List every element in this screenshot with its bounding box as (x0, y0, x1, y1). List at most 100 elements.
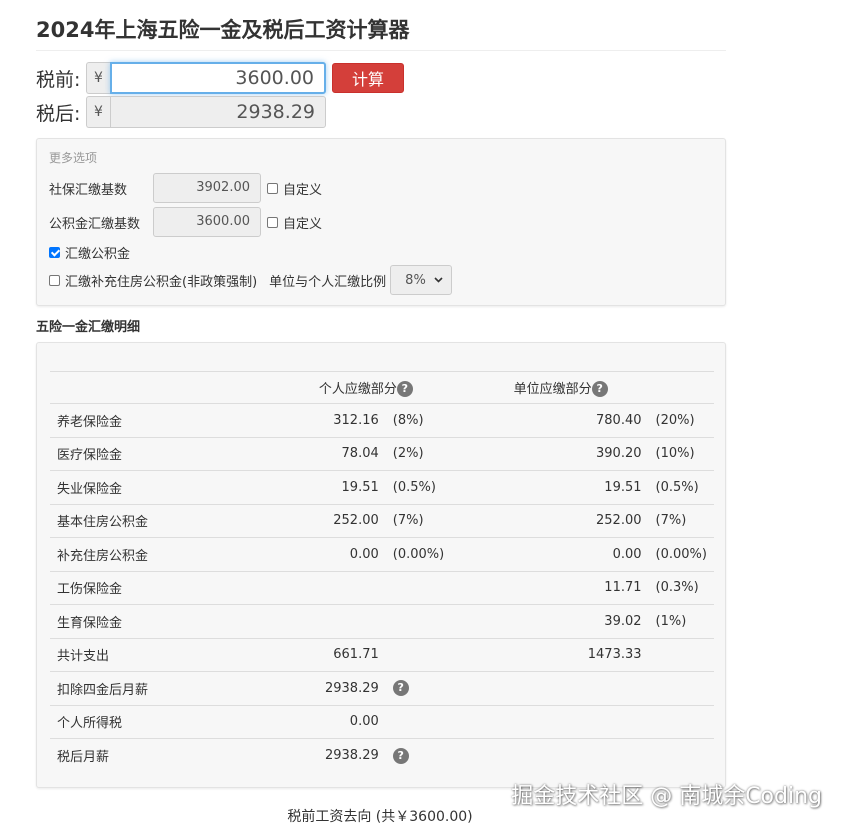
row-name: 生育保险金 (50, 604, 199, 638)
help-icon[interactable]: ? (396, 381, 413, 398)
summary-personal-amount: 661.71 (198, 637, 386, 672)
row-name: 工伤保险金 (50, 570, 199, 605)
company-percent: (0.00%) (648, 537, 714, 571)
personal-percent: (2%) (385, 436, 464, 471)
pretax-row: 税前: ¥ 3600.00 计算 (36, 62, 404, 94)
summary-help-cell: ? (385, 738, 464, 772)
personal-header-label: 个人应缴部分 (318, 381, 397, 397)
watermark: 掘金技术社区 @ 南城余Coding (511, 784, 822, 809)
fund-base-custom-label: 自定义 (283, 216, 323, 232)
ratio-select[interactable]: 8% (390, 265, 453, 295)
posttax-label: 税后: (36, 102, 81, 125)
social-base-custom[interactable]: 自定义 (267, 179, 322, 198)
pay-fund-label: 汇缴公积金 (65, 247, 131, 262)
fund-base-input[interactable]: 3600.00 (153, 207, 261, 237)
personal-amount: 78.04 (198, 436, 386, 471)
pay-fund-row[interactable]: 汇缴公积金 (49, 243, 130, 262)
summary-row: 税后月薪 2938.29? (50, 738, 714, 772)
company-percent: (10%) (648, 436, 714, 471)
summary-name: 扣除四金后月薪 (50, 671, 199, 705)
personal-amount: 252.00 (198, 503, 386, 538)
detail-panel: 个人应缴部分? 单位应缴部分? 养老保险金 312.16 (8%) 780.40 (20… (36, 342, 726, 788)
posttax-currency-addon: ¥ (86, 96, 110, 128)
company-percent: (20%) (648, 403, 714, 437)
summary-help-cell (385, 704, 464, 739)
personal-percent (385, 570, 464, 605)
summary-row: 共计支出 661.71 1473.33 (50, 637, 714, 672)
summary-help-cell (385, 637, 464, 672)
social-base-custom-checkbox[interactable] (267, 182, 278, 194)
table-row: 医疗保险金 78.04 (2%) 390.20 (10%) (50, 436, 714, 471)
fund-base-row: 公积金汇缴基数 3600.00 自定义 (49, 207, 322, 237)
pretax-input[interactable]: 3600.00 (110, 62, 326, 94)
personal-header: 个人应缴部分? (198, 371, 464, 404)
help-icon[interactable]: ? (392, 747, 409, 764)
company-amount: 252.00 (463, 503, 649, 538)
company-percent: (1%) (648, 604, 714, 638)
summary-personal-amount: 2938.29 (198, 671, 386, 705)
personal-percent: (0.5%) (385, 470, 464, 504)
company-amount: 39.02 (463, 604, 649, 638)
summary-personal-amount: 2938.29 (198, 738, 386, 772)
posttax-row: 税后: ¥ 2938.29 (36, 96, 326, 128)
fund-base-custom[interactable]: 自定义 (267, 213, 322, 232)
social-base-label: 社保汇缴基数 (49, 182, 128, 198)
social-base-row: 社保汇缴基数 3902.00 自定义 (49, 173, 322, 203)
pretax-label: 税前: (36, 68, 81, 91)
personal-amount: 312.16 (198, 403, 386, 437)
summary-name: 个人所得税 (50, 704, 199, 739)
pay-fund-checkbox[interactable] (49, 247, 60, 258)
help-icon[interactable]: ? (392, 680, 409, 697)
summary-row: 个人所得税 0.00 (50, 704, 714, 739)
summary-name: 共计支出 (50, 637, 199, 672)
table-row: 失业保险金 19.51 (0.5%) 19.51 (0.5%) (50, 470, 714, 504)
summary-company-amount (463, 671, 649, 705)
summary-company-amount: 1473.33 (463, 637, 649, 672)
personal-percent: (8%) (385, 403, 464, 437)
row-name: 基本住房公积金 (50, 503, 199, 538)
company-percent: (7%) (648, 503, 714, 538)
social-base-input[interactable]: 3902.00 (153, 173, 261, 203)
personal-percent: (7%) (385, 503, 464, 538)
detail-section-title: 五险一金汇缴明细 (36, 320, 141, 335)
summary-company-amount (463, 738, 649, 772)
summary-personal-amount: 0.00 (198, 704, 386, 739)
table-header-row: 个人应缴部分? 单位应缴部分? (50, 371, 714, 404)
table-row: 工伤保险金 11.71 (0.3%) (50, 570, 714, 605)
row-name: 医疗保险金 (50, 436, 199, 471)
table-row: 生育保险金 39.02 (1%) (50, 604, 714, 638)
chevron-down-icon (434, 277, 443, 283)
company-amount: 780.40 (463, 403, 649, 437)
summary-help-cell: ? (385, 671, 464, 705)
row-name: 养老保险金 (50, 403, 199, 437)
company-percent: (0.3%) (648, 570, 714, 605)
fund-base-custom-checkbox[interactable] (267, 216, 278, 228)
calculate-button[interactable]: 计算 (332, 63, 404, 93)
supp-fund-checkbox[interactable] (49, 274, 60, 286)
company-amount: 390.20 (463, 436, 649, 471)
summary-empty-cell (648, 637, 714, 672)
table-row: 养老保险金 312.16 (8%) 780.40 (20%) (50, 403, 714, 437)
table-row: 基本住房公积金 252.00 (7%) 252.00 (7%) (50, 503, 714, 538)
personal-amount (198, 604, 386, 638)
more-options-title: 更多选项 (49, 151, 98, 165)
company-header: 单位应缴部分? (463, 371, 714, 404)
company-header-label: 单位应缴部分 (513, 381, 592, 397)
summary-company-amount (463, 704, 649, 739)
row-name: 失业保险金 (50, 470, 199, 504)
supp-fund-row: 汇缴补充住房公积金(非政策强制) 单位与个人汇缴比例 8% (49, 265, 453, 295)
help-icon[interactable]: ? (591, 381, 608, 398)
personal-amount: 0.00 (198, 537, 386, 571)
personal-amount (198, 570, 386, 605)
detail-table: 个人应缴部分? 单位应缴部分? 养老保险金 312.16 (8%) 780.40 (20… (50, 371, 714, 772)
more-options-panel: 更多选项 社保汇缴基数 3902.00 自定义 公积金汇缴基数 3600.00 … (36, 138, 726, 306)
pretax-currency-addon: ¥ (86, 62, 110, 94)
social-base-custom-label: 自定义 (283, 182, 323, 198)
summary-name: 税后月薪 (50, 738, 199, 772)
summary-empty-cell (648, 671, 714, 705)
supp-fund-label: 汇缴补充住房公积金(非政策强制) (65, 274, 258, 290)
personal-amount: 19.51 (198, 470, 386, 504)
summary-empty-cell (648, 738, 714, 772)
fund-base-label: 公积金汇缴基数 (49, 216, 141, 232)
ratio-label: 单位与个人汇缴比例 (269, 274, 387, 290)
